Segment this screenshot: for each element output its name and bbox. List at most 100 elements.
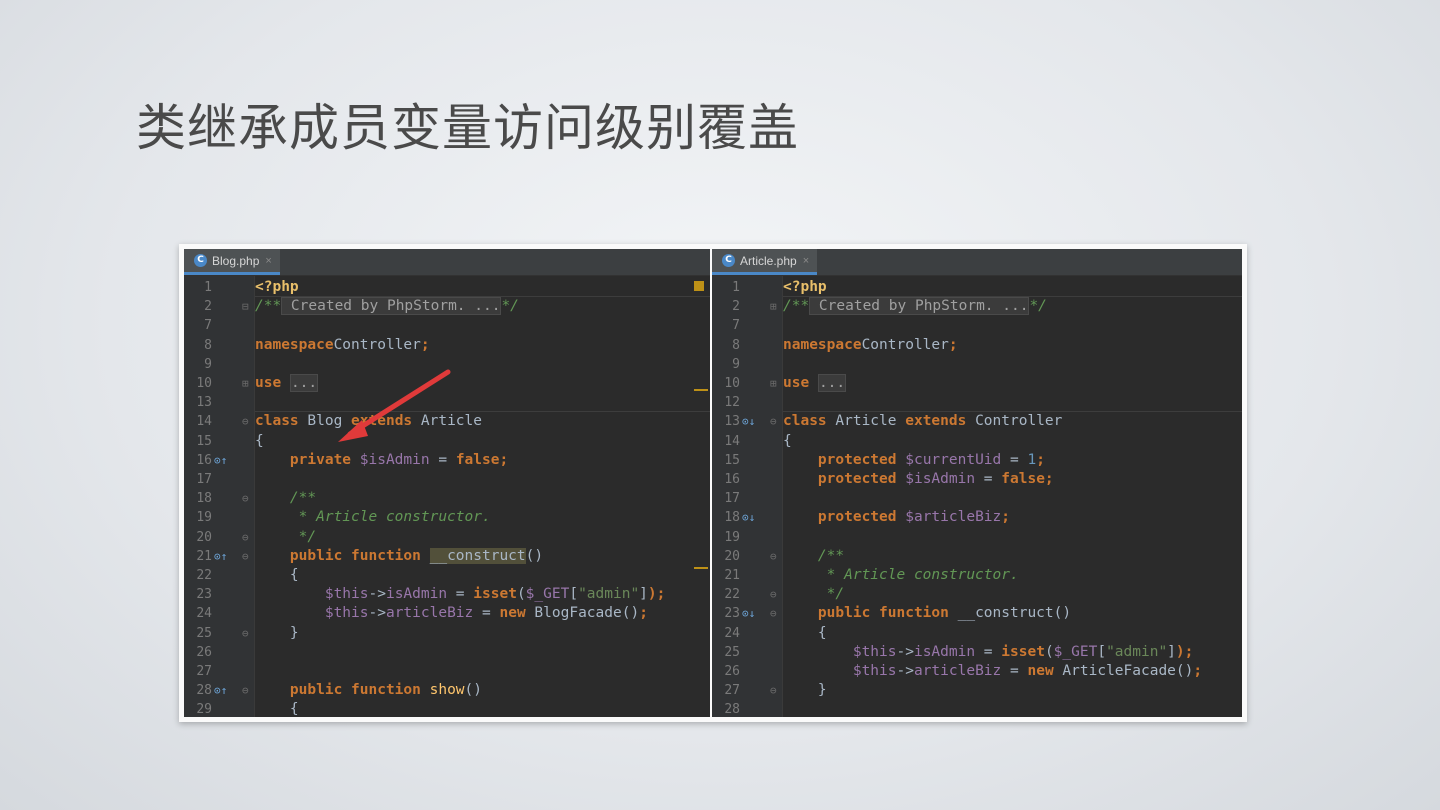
- fold-toggle-icon[interactable]: ⊞: [242, 374, 249, 393]
- close-icon[interactable]: ×: [265, 255, 271, 267]
- code-line[interactable]: 13 ⊙↓ ⊖ class Article extends Controller: [712, 412, 1242, 431]
- code-token: ;: [1036, 451, 1045, 468]
- line-number: 27: [724, 683, 740, 699]
- code-line[interactable]: 17: [712, 489, 1242, 508]
- code-line[interactable]: 7: [184, 316, 710, 335]
- fold-toggle-icon[interactable]: ⊖: [770, 604, 777, 623]
- code-text: $this->articleBiz = new BlogFacade();: [255, 604, 648, 623]
- code-area[interactable]: 1 <?php 2 ⊞/** Created by PhpStorm. ...*/7 8…: [712, 276, 1242, 717]
- editor-pane-article[interactable]: C Article.php × 1 <?php 2 ⊞ /** Created by P…: [712, 249, 1242, 717]
- code-text: protected $articleBiz;: [783, 508, 1010, 527]
- code-token: false;: [455, 451, 509, 468]
- code-text: class Blog extends Article: [255, 412, 482, 431]
- code-line[interactable]: 15 protected $currentUid = 1;: [712, 451, 1242, 470]
- code-line[interactable]: 23 ⊙↓ ⊖ public function __construct(): [712, 604, 1242, 623]
- override-gutter-icon[interactable]: ⊙↑: [214, 681, 227, 700]
- code-token: * Article constructor.: [826, 567, 1019, 583]
- code-token: {: [783, 624, 827, 641]
- code-line[interactable]: 7: [712, 316, 1242, 335]
- fold-toggle-icon[interactable]: ⊖: [770, 547, 777, 566]
- code-line[interactable]: 15 {: [184, 432, 710, 451]
- override-gutter-icon[interactable]: ⊙↓: [742, 508, 755, 527]
- line-number: 28: [196, 683, 212, 699]
- code-line[interactable]: 27 ⊖ }: [712, 681, 1242, 700]
- line-number: 10: [724, 376, 740, 391]
- code-line[interactable]: 19: [712, 528, 1242, 547]
- fold-toggle-icon[interactable]: ⊟: [242, 297, 249, 316]
- error-stripe-mark[interactable]: [694, 389, 708, 391]
- code-line[interactable]: 10 ⊞ use ...: [712, 374, 1242, 393]
- code-line[interactable]: 16 ⊙↑ private $isAdmin = false;: [184, 451, 710, 470]
- code-line[interactable]: 2 ⊟ /** Created by PhpStorm. ...*/: [184, 297, 710, 316]
- code-line[interactable]: 17: [184, 470, 710, 489]
- code-text: {: [783, 624, 827, 643]
- code-line[interactable]: 8 namespaceController;: [712, 336, 1242, 355]
- override-gutter-icon[interactable]: ⊙↓: [742, 412, 755, 431]
- code-line[interactable]: 19 * Article constructor.: [184, 508, 710, 527]
- fold-toggle-icon[interactable]: ⊞: [770, 374, 777, 393]
- close-icon[interactable]: ×: [803, 255, 809, 267]
- code-line[interactable]: 18 ⊙↓ protected $articleBiz;: [712, 508, 1242, 527]
- code-line[interactable]: 9: [712, 355, 1242, 374]
- code-line[interactable]: 21 ⊙↑ ⊖ public function __construct(): [184, 547, 710, 566]
- fold-toggle-icon[interactable]: ⊖: [242, 547, 249, 566]
- code-token: */: [826, 586, 845, 603]
- warning-marker-icon[interactable]: [694, 281, 704, 291]
- fold-toggle-icon[interactable]: ⊖: [242, 528, 249, 547]
- fold-toggle-icon[interactable]: ⊖: [242, 412, 249, 431]
- code-line[interactable]: 8 namespaceController;: [184, 336, 710, 355]
- code-line[interactable]: 26: [184, 643, 710, 662]
- code-line[interactable]: 23 $this->isAdmin = isset($_GET["admin"]…: [184, 585, 710, 604]
- code-token: (: [516, 586, 526, 603]
- fold-toggle-icon[interactable]: ⊖: [770, 412, 777, 431]
- tab-article-php[interactable]: C Article.php ×: [712, 249, 818, 275]
- code-line[interactable]: 25 ⊖ }: [184, 624, 710, 643]
- code-token: Created by PhpStorm. ...: [281, 297, 502, 316]
- code-line[interactable]: 28 ⊙↑ ⊖ public function show(): [184, 681, 710, 700]
- code-line[interactable]: 1 <?php: [712, 278, 1242, 297]
- code-token: namespace: [255, 336, 334, 353]
- code-line[interactable]: 18 ⊖ /**: [184, 489, 710, 508]
- fold-toggle-icon[interactable]: ⊖: [770, 585, 777, 604]
- code-line[interactable]: 1 <?php: [184, 278, 710, 297]
- code-line[interactable]: 16 protected $isAdmin = false;: [712, 470, 1242, 489]
- fold-toggle-icon[interactable]: ⊞: [770, 297, 777, 316]
- code-line[interactable]: 24 {: [712, 624, 1242, 643]
- code-line[interactable]: 2 ⊞ /** Created by PhpStorm. ...*/: [712, 297, 1242, 316]
- code-line[interactable]: 26 $this->articleBiz = new ArticleFacade…: [712, 662, 1242, 681]
- fold-toggle-icon[interactable]: ⊖: [242, 624, 249, 643]
- code-token: $currentUid: [905, 451, 1002, 468]
- error-stripe-mark[interactable]: [694, 567, 708, 569]
- override-gutter-icon[interactable]: ⊙↓: [742, 604, 755, 623]
- code-line[interactable]: 25 $this->isAdmin = isset($_GET["admin"]…: [712, 643, 1242, 662]
- code-line[interactable]: 14 ⊖ class Blog extends Article: [184, 412, 710, 431]
- tab-blog-php[interactable]: C Blog.php ×: [184, 249, 280, 275]
- code-line[interactable]: 10 ⊞ use ...: [184, 374, 710, 393]
- fold-toggle-icon[interactable]: ⊖: [242, 681, 249, 700]
- code-area[interactable]: 1 <?php 2 ⊟/** Created by PhpStorm. ...*/7 8…: [184, 276, 710, 717]
- override-gutter-icon[interactable]: ⊙↑: [214, 451, 227, 470]
- code-line[interactable]: 29 {: [184, 700, 710, 717]
- editor-pane-blog[interactable]: C Blog.php × 1 <?php 2 ⊟ /** Created by PhpS…: [184, 249, 710, 717]
- fold-toggle-icon[interactable]: ⊖: [770, 681, 777, 700]
- line-number: 14: [724, 433, 740, 449]
- code-line[interactable]: 24 $this->articleBiz = new BlogFacade();: [184, 604, 710, 623]
- code-line[interactable]: 20 ⊖ */: [184, 528, 710, 547]
- code-line[interactable]: 20 ⊖ /**: [712, 547, 1242, 566]
- code-line[interactable]: 22 ⊖ */: [712, 585, 1242, 604]
- code-line[interactable]: 28: [712, 700, 1242, 717]
- line-number: 12: [724, 395, 740, 411]
- fold-toggle-icon[interactable]: ⊖: [242, 489, 249, 508]
- code-line[interactable]: 9: [184, 355, 710, 374]
- code-token: __construct: [429, 547, 526, 564]
- code-token: ;: [948, 336, 958, 353]
- code-line[interactable]: 13: [184, 393, 710, 412]
- override-gutter-icon[interactable]: ⊙↑: [214, 547, 227, 566]
- code-line[interactable]: 27: [184, 662, 710, 681]
- code-line[interactable]: 21 * Article constructor.: [712, 566, 1242, 585]
- code-line[interactable]: 22 {: [184, 566, 710, 585]
- code-line[interactable]: 14 {: [712, 432, 1242, 451]
- code-line[interactable]: 12: [712, 393, 1242, 412]
